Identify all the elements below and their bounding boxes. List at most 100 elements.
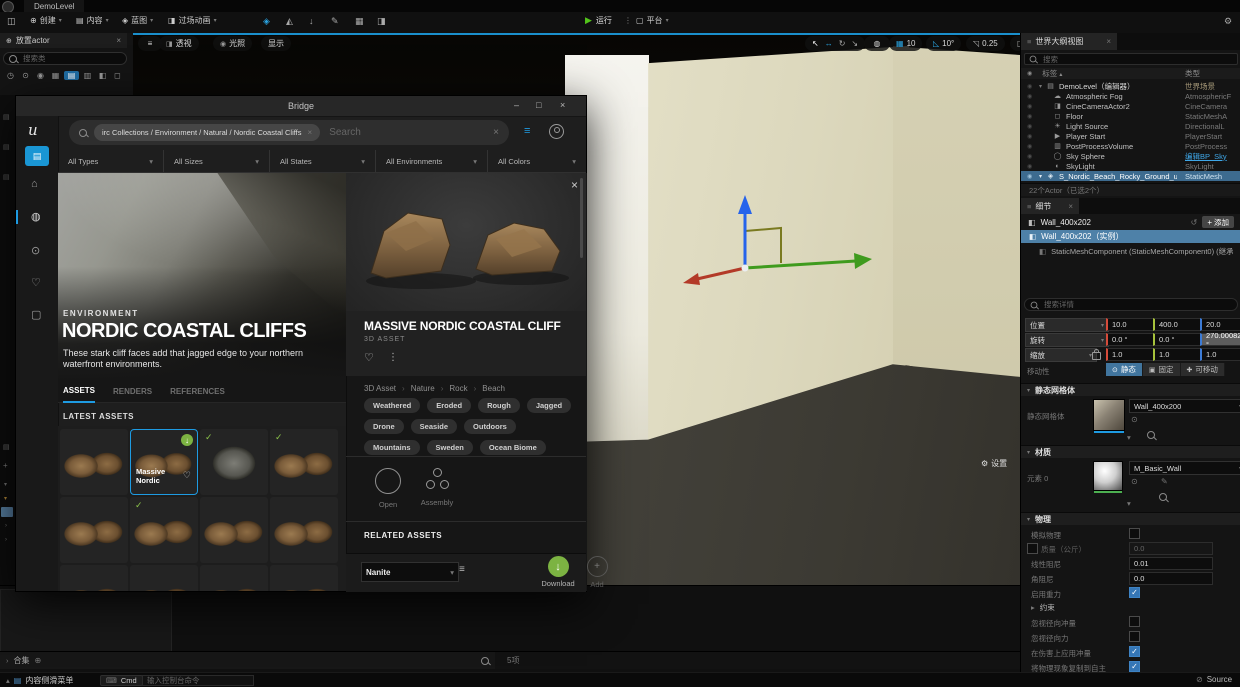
- bridge-search-bar[interactable]: irc Collections / Environment / Natural …: [69, 120, 509, 145]
- tag-pill[interactable]: Rough: [478, 398, 520, 413]
- fracture-mode-icon[interactable]: ◨: [377, 16, 386, 27]
- apply-impulse-on-damage-checkbox[interactable]: ✓: [1129, 646, 1140, 657]
- asset-tile[interactable]: [60, 497, 128, 563]
- filter-all-states[interactable]: All States▾: [270, 150, 376, 172]
- scale-snap-control[interactable]: ◹ 0.25: [966, 36, 1005, 51]
- chip-remove-icon[interactable]: ×: [308, 128, 313, 137]
- scale-z-field[interactable]: 1.0: [1200, 348, 1240, 361]
- details-search[interactable]: [1024, 298, 1238, 311]
- eye-icon[interactable]: ◉: [1027, 93, 1035, 100]
- content-button[interactable]: ▤ 内容 ▾: [76, 15, 109, 26]
- breadcrumb-item[interactable]: 3D Asset: [364, 384, 396, 393]
- quality-select[interactable]: Nanite ▾: [361, 562, 459, 582]
- sidebar-item-local[interactable]: ▢: [31, 308, 41, 321]
- scale-lock-icon[interactable]: [1092, 352, 1101, 360]
- camera-speed-control[interactable]: ◨ 1: [1010, 36, 1020, 51]
- asset-tile[interactable]: ✓: [130, 497, 198, 563]
- location-x-field[interactable]: 10.0: [1106, 318, 1157, 331]
- material-thumbnail[interactable]: [1093, 461, 1123, 491]
- eye-icon[interactable]: ◉: [1027, 83, 1035, 90]
- breadcrumb-item[interactable]: Beach: [482, 384, 505, 393]
- mobility-static-button[interactable]: ⊙ 静态: [1106, 363, 1143, 376]
- place-actors-tab[interactable]: ⊕ 放置actor ×: [0, 33, 127, 48]
- account-avatar-icon[interactable]: [549, 124, 564, 139]
- select-tool-icon[interactable]: ↖: [812, 39, 819, 48]
- asset-tile[interactable]: ✓: [200, 429, 268, 495]
- scale-label-dropdown[interactable]: 缩放 ▾: [1025, 348, 1097, 362]
- move-tool-icon[interactable]: ↔: [825, 39, 833, 48]
- place-actors-search-input[interactable]: [21, 53, 115, 64]
- tab-assets[interactable]: ASSETS: [63, 380, 95, 403]
- asset-tile[interactable]: [200, 565, 268, 591]
- expander-icon[interactable]: ▾: [1039, 173, 1042, 180]
- lit-dropdown[interactable]: ◉ 光照: [213, 36, 252, 51]
- bridge-title-bar[interactable]: Bridge – □ ×: [16, 96, 586, 117]
- details-search-input[interactable]: [1042, 299, 1206, 310]
- scale-x-field[interactable]: 1.0: [1106, 348, 1157, 361]
- tag-pill[interactable]: Sweden: [427, 440, 473, 455]
- clear-search-icon[interactable]: ×: [493, 127, 499, 138]
- breadcrumb-item[interactable]: Nature: [411, 384, 435, 393]
- platform-button[interactable]: ▢ 平台 ▾: [636, 15, 669, 26]
- bridge-search-input[interactable]: [327, 126, 486, 139]
- favorite-heart-icon[interactable]: ♡: [183, 470, 191, 481]
- rotation-z-field[interactable]: 270.000824 °: [1200, 333, 1240, 346]
- close-detail-icon[interactable]: ×: [571, 178, 578, 192]
- asset-tile[interactable]: [60, 429, 128, 495]
- ignore-radial-impulse-checkbox[interactable]: [1129, 616, 1140, 627]
- static-mesh-select[interactable]: Wall_400x200 ▾: [1129, 399, 1240, 413]
- world-local-toggle[interactable]: ◍: [864, 36, 890, 51]
- close-icon[interactable]: ×: [1106, 37, 1111, 46]
- tag-pill[interactable]: Eroded: [427, 398, 471, 413]
- eye-icon[interactable]: ◉: [1027, 173, 1035, 180]
- shapes-category-icon[interactable]: ▦: [49, 71, 62, 80]
- eye-icon[interactable]: ◉: [1027, 123, 1035, 130]
- tag-pill[interactable]: Drone: [364, 419, 404, 434]
- asset-tile[interactable]: ✓: [270, 429, 338, 495]
- reset-icon[interactable]: ↺: [1191, 218, 1198, 227]
- outliner-search-input[interactable]: [1041, 54, 1205, 65]
- rail-chevron-icon[interactable]: ▾: [4, 495, 7, 502]
- transform-gizmo[interactable]: [653, 183, 883, 303]
- mass-override-checkbox[interactable]: [1027, 543, 1038, 554]
- label-column-header[interactable]: 标签 ▴: [1042, 68, 1062, 79]
- search-filter-chip[interactable]: irc Collections / Environment / Natural …: [94, 124, 320, 141]
- simulate-physics-checkbox[interactable]: [1129, 528, 1140, 539]
- expand-collections-icon[interactable]: ›: [6, 656, 9, 665]
- breadcrumb-item[interactable]: Rock: [449, 384, 467, 393]
- modeling-mode-icon[interactable]: ▦: [355, 16, 364, 27]
- type-column-header[interactable]: 类型: [1185, 68, 1200, 79]
- open-action[interactable]: Open: [368, 468, 408, 509]
- filter-all-sizes[interactable]: All Sizes▾: [164, 150, 270, 172]
- eye-icon[interactable]: ◉: [1027, 113, 1035, 120]
- asset-tile[interactable]: [200, 497, 268, 563]
- tag-pill[interactable]: Ocean Biome: [480, 440, 546, 455]
- outliner-row[interactable]: ◉ ◻ Floor StaticMeshA: [1021, 111, 1240, 121]
- geometry-category-icon[interactable]: ▤: [64, 71, 79, 80]
- outliner-search[interactable]: [1024, 53, 1238, 65]
- edit-blueprint-link[interactable]: 编辑BP_Sky: [1185, 151, 1240, 162]
- asset-tile[interactable]: [270, 497, 338, 563]
- eye-icon[interactable]: ◉: [1027, 133, 1035, 140]
- constraints-group[interactable]: ▸ 约束: [1031, 602, 1055, 613]
- create-button[interactable]: ⊕ 创建 ▾: [30, 15, 62, 26]
- mass-field[interactable]: 0.0: [1129, 542, 1213, 555]
- eye-icon[interactable]: ◉: [1027, 163, 1035, 170]
- section-expander-icon[interactable]: ▾: [1127, 499, 1131, 508]
- outliner-row[interactable]: ◉ ◐ SkyLight SkyLight: [1021, 161, 1240, 171]
- detail-scrollbar[interactable]: [580, 178, 583, 258]
- show-dropdown[interactable]: 显示: [261, 36, 291, 51]
- angular-damping-field[interactable]: 0.0: [1129, 572, 1213, 585]
- visibility-column-icon[interactable]: ◉: [1027, 70, 1032, 77]
- asset-tile[interactable]: [60, 565, 128, 591]
- outliner-row-selected[interactable]: ◉ ▾ ◈ S_Nordic_Beach_Rocky_Ground_ue3nfb…: [1021, 171, 1240, 181]
- recent-category-icon[interactable]: ◷: [4, 71, 17, 80]
- tab-world-outliner[interactable]: ≡ 世界大纲视图 ×: [1021, 33, 1117, 50]
- save-icon[interactable]: ◫: [7, 16, 16, 27]
- sidebar-item-favorites[interactable]: ♡: [31, 276, 41, 289]
- eye-icon[interactable]: ◉: [1027, 143, 1035, 150]
- close-icon[interactable]: ×: [1068, 202, 1073, 211]
- cinematics-button[interactable]: ◨ 过场动画 ▾: [168, 15, 217, 26]
- rotate-tool-icon[interactable]: ↻: [839, 39, 846, 48]
- content-drawer-button[interactable]: ▴ ▤ 内容侧滑菜单: [6, 675, 73, 686]
